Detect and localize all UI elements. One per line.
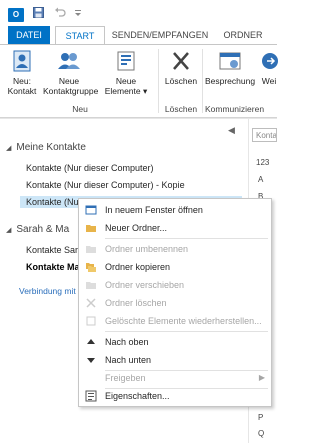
folder-item[interactable]: Kontakte (Nur dieser Computer) - Kopie <box>26 180 185 190</box>
alpha-index-item[interactable]: A <box>258 175 263 184</box>
menu-item-restore-deleted: Gelöschte Elemente wiederherstellen... <box>79 312 271 330</box>
delete-folder-icon <box>85 297 97 309</box>
menu-item-copy-folder[interactable]: Ordner kopieren <box>79 258 271 276</box>
restore-icon <box>85 315 97 327</box>
group-label-kommunizieren: Kommunizieren <box>205 104 265 114</box>
delete-button[interactable]: Löschen <box>162 49 200 86</box>
app-letter: O <box>12 10 20 19</box>
menu-item-move-up[interactable]: Nach oben <box>79 333 271 351</box>
menu-item-label: Ordner kopieren <box>105 262 171 272</box>
expand-triangle-icon: ◢ <box>6 145 12 152</box>
new-contact-group-button[interactable]: Neue Kontaktgruppe <box>43 49 99 96</box>
section-title: Meine Kontakte <box>16 142 86 153</box>
forward-button[interactable]: Wei <box>258 49 280 86</box>
menu-item-label: In neuem Fenster öffnen <box>105 205 203 215</box>
menu-item-label: Nach oben <box>105 337 149 347</box>
customize-icon[interactable] <box>70 7 86 21</box>
new-items-icon <box>113 49 139 73</box>
submenu-arrow-icon: ▶ <box>258 373 265 382</box>
tab-ordner[interactable]: ORDNER <box>218 26 268 44</box>
contact-group-icon <box>56 49 82 73</box>
meeting-icon <box>217 49 243 73</box>
delete-label: Löschen <box>164 76 198 86</box>
collapse-pane-icon[interactable]: ◀ <box>228 125 235 136</box>
ribbon-tabs: DATEI START SENDEN/EMPFANGEN ORDNER <box>0 26 277 45</box>
copy-folder-icon <box>85 261 97 273</box>
section-title: Sarah & Ma <box>16 224 70 235</box>
save-icon[interactable] <box>30 7 46 21</box>
new-contact-label-1: Neu: <box>13 76 31 86</box>
menu-item-move-down[interactable]: Nach unten <box>79 351 271 369</box>
section-meine-kontakte[interactable]: ◢ Meine Kontakte <box>6 142 86 153</box>
menu-item-open-new-window[interactable]: In neuem Fenster öffnen <box>79 201 271 219</box>
undo-icon[interactable] <box>52 7 68 21</box>
new-items-button[interactable]: Neue Elemente ▾ <box>104 49 148 96</box>
menu-item-new-folder[interactable]: Neuer Ordner... <box>79 219 271 237</box>
tab-start[interactable]: START <box>55 26 105 45</box>
forward-label: Wei <box>261 76 277 86</box>
menu-item-move-folder: Ordner verschieben <box>79 276 271 294</box>
meeting-button[interactable]: Besprechung <box>204 49 256 86</box>
alpha-index-item[interactable]: 123 <box>256 158 269 167</box>
new-contact-icon <box>9 49 35 73</box>
menu-item-label: Neuer Ordner... <box>105 223 168 233</box>
new-contact-group-label-1: Neue <box>58 76 80 86</box>
folder-item[interactable]: Kontakte Sara <box>26 245 83 255</box>
menu-item-delete-folder: Ordner löschen <box>79 294 271 312</box>
new-contact-button[interactable]: Neu: Kontakt <box>3 49 41 96</box>
folder-item[interactable]: Kontakte (Nur dieser Computer) <box>26 163 154 173</box>
meeting-label: Besprechung <box>204 76 256 86</box>
menu-item-label: Gelöschte Elemente wiederherstellen... <box>105 316 262 326</box>
rename-folder-icon <box>85 243 97 255</box>
new-folder-icon <box>85 222 97 234</box>
folder-item-bold[interactable]: Kontakte Ma <box>26 262 80 272</box>
menu-separator <box>105 331 268 332</box>
new-contact-label-2: Kontakt <box>7 86 37 96</box>
group-separator <box>202 49 203 113</box>
alpha-index-item[interactable]: P <box>258 413 263 422</box>
new-items-label-2: Elemente ▾ <box>104 86 148 96</box>
menu-item-rename-folder: Ordner umbenennen <box>79 240 271 258</box>
section-sarah[interactable]: ◢ Sarah & Ma <box>6 224 69 235</box>
open-window-icon <box>85 204 97 216</box>
new-items-label-1: Neue <box>115 76 137 86</box>
context-menu: In neuem Fenster öffnen Neuer Ordner... … <box>78 198 272 407</box>
connect-link[interactable]: Verbindung mit <box>19 286 76 296</box>
move-folder-icon <box>85 279 97 291</box>
group-label-neu: Neu <box>72 104 88 114</box>
move-down-icon <box>85 354 97 366</box>
forward-icon <box>258 49 280 73</box>
new-contact-group-label-2: Kontaktgruppe <box>43 86 99 96</box>
expand-triangle-icon: ◢ <box>6 227 12 234</box>
menu-item-share: Freigeben ▶ <box>79 369 271 387</box>
menu-item-label: Ordner umbenennen <box>105 244 189 254</box>
alpha-index-item[interactable]: Q <box>258 429 264 438</box>
menu-item-label: Ordner verschieben <box>105 280 185 290</box>
search-input[interactable]: Konta <box>252 128 277 142</box>
group-separator <box>158 49 159 113</box>
menu-separator <box>105 238 268 239</box>
group-label-loeschen: Löschen <box>164 104 198 114</box>
menu-item-properties[interactable]: Eigenschaften... <box>79 387 271 405</box>
move-up-icon <box>85 336 97 348</box>
tab-datei[interactable]: DATEI <box>8 26 50 44</box>
tab-senden-empfangen[interactable]: SENDEN/EMPFANGEN <box>110 26 210 44</box>
outlook-app-icon[interactable]: O <box>8 8 24 22</box>
menu-item-label: Nach unten <box>105 355 152 365</box>
menu-item-label: Ordner löschen <box>105 298 167 308</box>
menu-item-label: Freigeben <box>105 373 146 383</box>
menu-item-label: Eigenschaften... <box>105 391 170 401</box>
delete-icon <box>168 49 194 73</box>
properties-icon <box>85 390 97 402</box>
title-bar: O <box>0 0 277 26</box>
ribbon: Neu: Kontakt Neue Kontaktgruppe Neue Ele… <box>0 45 280 118</box>
